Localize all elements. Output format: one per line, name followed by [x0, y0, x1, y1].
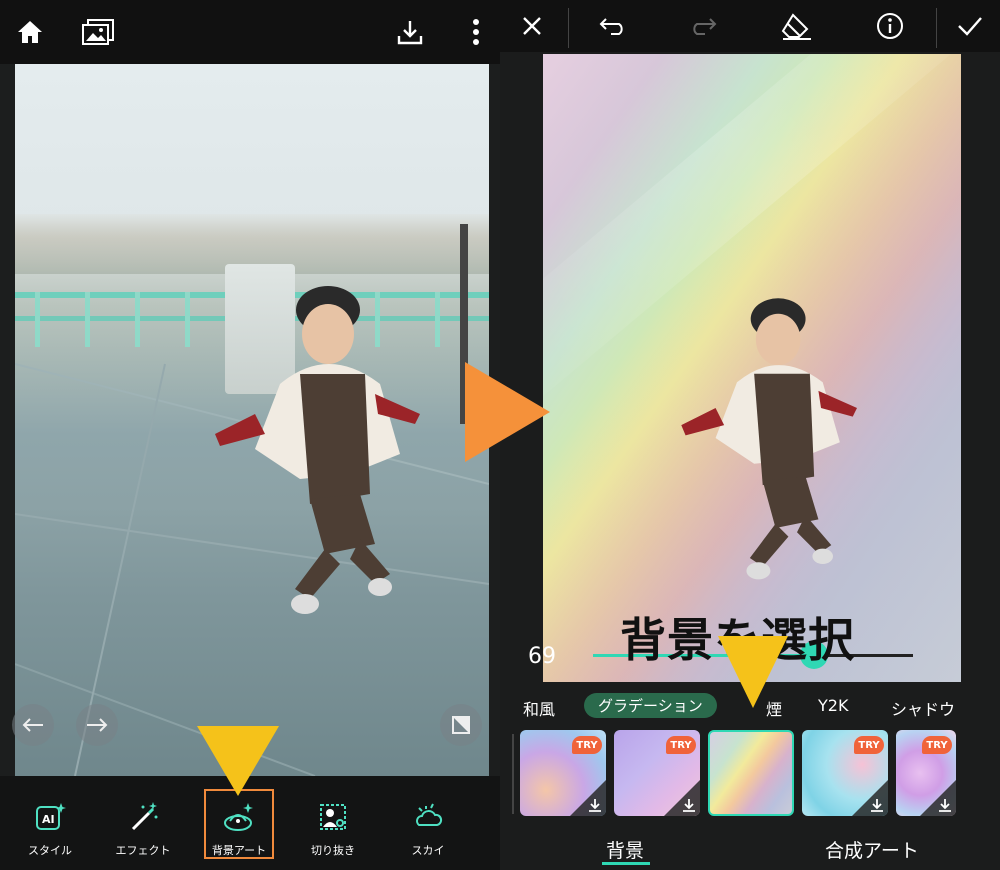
tool-effect[interactable]: エフェクト: [98, 800, 188, 858]
home-icon[interactable]: [12, 14, 48, 50]
tool-cutout[interactable]: 切り抜き: [288, 800, 378, 858]
download-icon[interactable]: [392, 14, 428, 50]
arrow-right-icon: [87, 718, 108, 732]
download-icon: [683, 799, 695, 812]
compare-icon: [452, 716, 470, 734]
try-badge: TRY: [572, 736, 602, 754]
try-badge: TRY: [922, 736, 952, 754]
more-vertical-icon[interactable]: [458, 14, 494, 50]
redo-icon[interactable]: [686, 8, 722, 44]
download-icon: [589, 799, 601, 812]
right-top-toolbar: [500, 0, 1000, 52]
gradient-background-canvas[interactable]: [543, 54, 961, 682]
left-top-toolbar: [0, 0, 500, 64]
cutout-child: [681, 298, 857, 580]
undo-nav-button[interactable]: [12, 704, 54, 746]
try-badge: TRY: [666, 736, 696, 754]
ai-sparkle-icon: AI: [33, 800, 67, 834]
gallery-icon[interactable]: [80, 14, 116, 50]
toolbar-separator: [568, 8, 569, 48]
undo-icon[interactable]: [594, 8, 630, 44]
category-tab-y2k[interactable]: Y2K: [818, 696, 848, 715]
tool-effect-label: エフェクト: [115, 844, 171, 857]
cutout-icon: [316, 800, 350, 834]
bottom-tab-background[interactable]: 背景: [606, 836, 644, 863]
thumbnail-strip-edge: [512, 734, 514, 814]
category-tab-shadow[interactable]: シャドウ: [891, 696, 955, 720]
info-icon[interactable]: [872, 8, 908, 44]
opacity-slider-value: 69: [528, 644, 556, 669]
bottom-tab-active-indicator: [602, 862, 650, 865]
gradient-thumbnail-2[interactable]: TRY: [614, 730, 700, 816]
tool-sky[interactable]: スカイ: [383, 800, 473, 858]
compare-button[interactable]: [440, 704, 482, 746]
eraser-icon[interactable]: [778, 8, 814, 44]
category-tab-wafu[interactable]: 和風: [523, 696, 555, 720]
gradient-thumbnail-4[interactable]: TRY: [802, 730, 888, 816]
tool-background-art-label: 背景アート: [211, 844, 267, 857]
gradient-thumbnail-3-selected[interactable]: [708, 730, 794, 816]
close-icon[interactable]: [514, 8, 550, 44]
tool-background-art[interactable]: 背景アート: [194, 800, 284, 858]
magic-wand-icon: [126, 800, 160, 834]
sky-icon: [411, 800, 445, 834]
try-badge: TRY: [854, 736, 884, 754]
svg-text:AI: AI: [42, 813, 55, 826]
arrow-left-icon: [22, 718, 43, 732]
pointer-arrow-right: [718, 636, 788, 708]
bottom-tab-composite-art[interactable]: 合成アート: [825, 836, 919, 863]
download-icon: [871, 799, 883, 812]
background-art-icon: [222, 800, 256, 834]
gradient-thumbnail-5[interactable]: TRY: [896, 730, 956, 816]
check-icon[interactable]: [952, 8, 988, 44]
transition-arrow: [465, 362, 550, 462]
jumping-child: [215, 286, 420, 614]
gradient-thumbnail-1[interactable]: TRY: [520, 730, 606, 816]
redo-nav-button[interactable]: [76, 704, 118, 746]
pointer-arrow-left: [197, 726, 279, 796]
download-icon: [939, 799, 951, 812]
tool-cutout-label: 切り抜き: [311, 844, 355, 857]
tool-sky-label: スカイ: [411, 844, 445, 857]
tool-style[interactable]: AI スタイル: [5, 800, 95, 858]
tool-style-label: スタイル: [28, 844, 72, 857]
category-tab-gradation[interactable]: グラデーション: [584, 693, 717, 718]
toolbar-separator: [936, 8, 937, 48]
original-photo: [15, 64, 489, 776]
